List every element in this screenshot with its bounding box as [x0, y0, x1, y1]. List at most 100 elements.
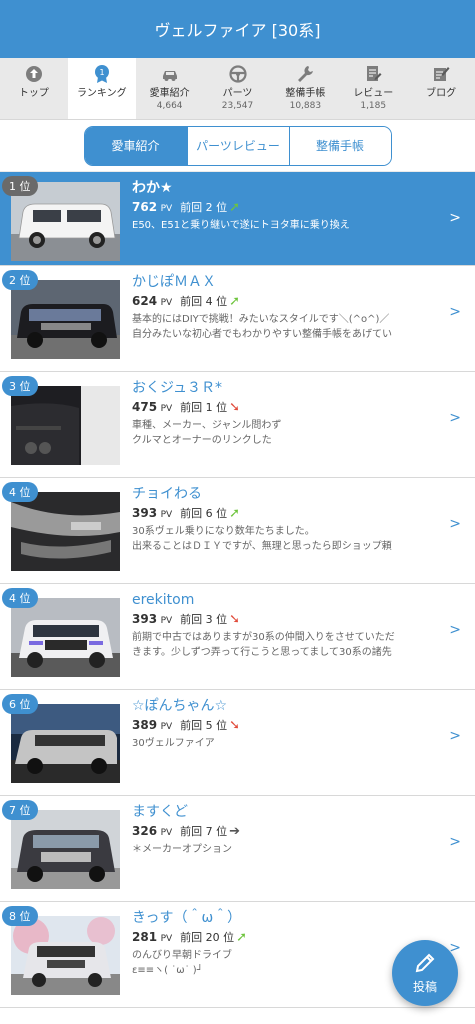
- tab-parts[interactable]: パーツ 23,547: [204, 58, 272, 119]
- wrench-icon: [298, 66, 314, 82]
- app-header: ヴェルファイア [30系]: [0, 0, 475, 58]
- tab-car[interactable]: 愛車紹介 4,664: [136, 58, 204, 119]
- pv-count: 389: [132, 718, 158, 732]
- pv-unit: PV: [160, 616, 173, 626]
- steering-icon: [228, 65, 247, 83]
- pv-unit: PV: [160, 404, 173, 414]
- description-line: 30系ヴェル乗りになり数年たちました。: [132, 526, 315, 537]
- item-info: おくジュ３Ｒ* 475 PV 前回 1 位 ➘ 車種、メーカー、ジャンル問わず クル…: [132, 378, 442, 448]
- item-info: わか★ 762 PV 前回 2 位 ➚ E50、E51と乗り継いで遂にトヨタ車に乗り…: [132, 178, 442, 233]
- previous-rank: 前回 5 位: [180, 719, 228, 732]
- segment-car-intro[interactable]: 愛車紹介: [84, 126, 187, 165]
- review-icon: [367, 66, 382, 81]
- rank-badge: 1 位: [2, 176, 38, 196]
- pv-line: 475 PV 前回 1 位 ➘: [132, 399, 442, 418]
- page-title: ヴェルファイア [30系]: [154, 21, 321, 40]
- previous-rank: 前回 7 位: [180, 825, 228, 838]
- tab-top[interactable]: トップ: [0, 58, 68, 119]
- pv-line: 762 PV 前回 2 位 ➚: [132, 199, 442, 218]
- user-name: おくジュ３Ｒ*: [132, 380, 223, 396]
- item-info: かじぽＭＡＸ 624 PV 前回 4 位 ➚ 基本的にはDIYで挑戦！みたいなスタイ…: [132, 272, 442, 342]
- ranking-item[interactable]: 3 位 おくジュ３Ｒ* 475 PV 前回 1 位 ➘ 車種、メーカー、ジャンル問わ…: [0, 372, 475, 478]
- tab-maintenance[interactable]: 整備手帳 10,883: [271, 58, 339, 119]
- blog-icon: [434, 67, 450, 81]
- trend-up-icon: ➚: [229, 294, 241, 309]
- pv-line: 281 PV 前回 20 位 ➚: [132, 929, 442, 948]
- car-icon: [162, 71, 177, 81]
- item-info: チョイわる 393 PV 前回 6 位 ➚ 30系ヴェル乗りになり数年たちました。 …: [132, 484, 442, 554]
- rank-badge: 4 位: [2, 482, 38, 502]
- pv-count: 326: [132, 824, 158, 838]
- chevron-right-icon: >: [449, 516, 461, 532]
- pv-unit: PV: [160, 934, 173, 944]
- description-line: きます。少しずつ弄って行こうと思ってまして30系の諸先: [132, 647, 392, 658]
- trend-up-icon: ➚: [229, 200, 241, 215]
- user-name: きっす（＾ω＾）: [132, 910, 242, 926]
- car-thumbnail: [11, 916, 120, 995]
- ranking-item[interactable]: 4 位 チョイわる 393 PV 前回 6 位 ➚ 30系ヴェル乗りになり数年たちま…: [0, 478, 475, 584]
- ranking-icon: 1: [94, 65, 109, 83]
- pv-line: 326 PV 前回 7 位 ➔: [132, 823, 442, 842]
- previous-rank: 前回 4 位: [180, 295, 228, 308]
- previous-rank: 前回 2 位: [180, 201, 228, 214]
- segmented-control: 愛車紹介 パーツレビュー 整備手帳: [83, 125, 392, 166]
- tab-review[interactable]: レビュー 1,185: [339, 58, 407, 119]
- trend-down-icon: ➘: [229, 400, 241, 415]
- tab-blog[interactable]: ブログ: [407, 58, 475, 119]
- item-info: ☆ぽんちゃん☆ 389 PV 前回 5 位 ➘ 30ヴェルファイア: [132, 696, 442, 751]
- chevron-right-icon: >: [449, 728, 461, 744]
- user-name: ☆ぽんちゃん☆: [132, 698, 228, 714]
- pv-unit: PV: [160, 298, 173, 308]
- car-thumbnail: [11, 386, 120, 465]
- previous-rank: 前回 3 位: [180, 613, 228, 626]
- description-line: クルマとオーナーのリンクした: [132, 435, 272, 446]
- car-thumbnail: [11, 598, 120, 677]
- post-button[interactable]: 投稿: [392, 940, 458, 1006]
- description-line: 出来ることはＤＩＹですが、無理と思ったら即ショップ頼: [132, 541, 392, 552]
- rank-badge: 4 位: [2, 588, 38, 608]
- post-button-label: 投稿: [412, 980, 437, 994]
- chevron-right-icon: >: [449, 834, 461, 850]
- pv-count: 281: [132, 930, 158, 944]
- user-name: erekitom: [132, 592, 195, 608]
- segment-bar: 愛車紹介 パーツレビュー 整備手帳: [0, 120, 475, 172]
- ranking-item[interactable]: 2 位 かじぽＭＡＸ 624 PV 前回 4 位 ➚ 基本的にはDIYで挑戦！みたい…: [0, 266, 475, 372]
- segment-maintenance[interactable]: 整備手帳: [288, 126, 391, 165]
- pv-unit: PV: [160, 510, 173, 520]
- pv-count: 393: [132, 612, 158, 626]
- chevron-right-icon: >: [449, 304, 461, 320]
- trend-flat-icon: ➔: [229, 824, 241, 839]
- user-name: わか★: [132, 180, 173, 196]
- tab-label: 愛車紹介: [149, 88, 190, 99]
- pv-unit: PV: [160, 828, 173, 838]
- chevron-right-icon: >: [449, 622, 461, 638]
- tab-label: ブログ: [426, 88, 457, 99]
- rank-badge: 8 位: [2, 906, 38, 926]
- svg-text:1: 1: [99, 68, 104, 77]
- ranking-item[interactable]: 7 位 ますくど 326 PV 前回 7 位 ➔ ＊メーカーオプション >: [0, 796, 475, 902]
- previous-rank: 前回 1 位: [180, 401, 228, 414]
- pv-count: 475: [132, 400, 158, 414]
- pv-line: 389 PV 前回 5 位 ➘: [132, 717, 442, 736]
- chevron-right-icon: >: [449, 210, 461, 226]
- user-name: ますくど: [132, 804, 188, 820]
- tab-count: 10,883: [289, 101, 322, 111]
- ranking-item[interactable]: 6 位 ☆ぽんちゃん☆ 389 PV 前回 5 位 ➘ 30ヴェルファイア >: [0, 690, 475, 796]
- car-thumbnail: [11, 810, 120, 889]
- tab-ranking[interactable]: 1 ランキング: [67, 58, 136, 119]
- ranking-item[interactable]: 1 位 わか★ 762 PV 前回 2 位 ➚ E50、E51と乗り継いで遂にトヨタ…: [0, 172, 475, 266]
- description-line: 30ヴェルファイア: [132, 738, 215, 749]
- description-line: 基本的にはDIYで挑戦！みたいなスタイルです＼(^o^)／: [132, 314, 390, 325]
- tab-bar: トップ 1 ランキング 愛車紹介 4,664 パーツ 23,547 整備手帳 1…: [0, 58, 475, 120]
- tab-count: 23,547: [221, 101, 254, 111]
- pv-line: 624 PV 前回 4 位 ➚: [132, 293, 442, 312]
- segment-parts-review[interactable]: パーツレビュー: [186, 126, 289, 165]
- tab-count: 1,185: [360, 101, 387, 111]
- previous-rank: 前回 20 位: [180, 931, 235, 944]
- ranking-list: 1 位 わか★ 762 PV 前回 2 位 ➚ E50、E51と乗り継いで遂にトヨタ…: [0, 172, 475, 1008]
- user-name: チョイわる: [132, 486, 202, 502]
- car-thumbnail: [11, 492, 120, 571]
- rank-badge: 3 位: [2, 376, 38, 396]
- ranking-item[interactable]: 4 位 erekitom 393 PV 前回 3 位 ➘ 前期で中古ではありますが3…: [0, 584, 475, 690]
- tab-label: 整備手帳: [285, 88, 326, 99]
